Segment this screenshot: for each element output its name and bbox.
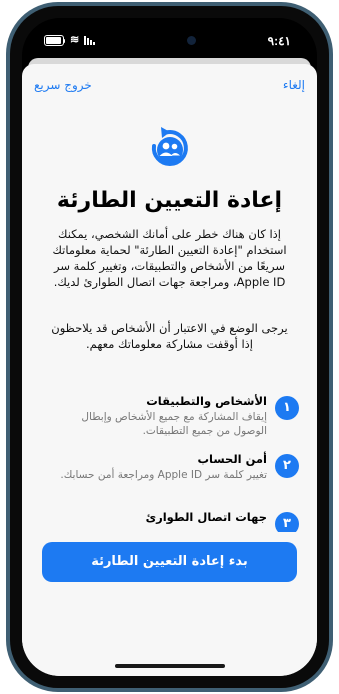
cancel-button[interactable]: إلغاء <box>283 78 305 92</box>
status-icons: ≋ <box>44 34 96 46</box>
step-title: الأشخاص والتطبيقات <box>146 394 267 408</box>
signal-icon <box>84 36 96 45</box>
home-indicator[interactable] <box>114 664 225 668</box>
step-description: تغيير كلمة سر Apple ID ومراجعة أمن حسابك… <box>60 469 267 481</box>
intro-paragraph: إذا كان هناك خطر على أمانك الشخصي، يمكنك… <box>52 227 287 289</box>
device-frame: ≋ ٩:٤١ إلغاء خروج سريع إعادة التعيين الط… <box>6 2 333 692</box>
wifi-icon: ≋ <box>70 34 80 46</box>
people-reset-icon <box>151 127 188 166</box>
dynamic-island <box>127 28 212 54</box>
step-number-badge: ١ <box>275 396 299 420</box>
warning-paragraph: يرجى الوضع في الاعتبار أن الأشخاص قد يلا… <box>51 321 288 351</box>
emergency-reset-sheet: إلغاء خروج سريع إعادة التعيين الطارئة إذ… <box>22 64 317 676</box>
sheet-content: إعادة التعيين الطارئة إذا كان هناك خطر ع… <box>22 108 317 676</box>
step-description: إيقاف المشاركة مع جميع الأشخاص وإبطال ال… <box>81 411 267 437</box>
battery-icon <box>44 35 65 46</box>
front-camera <box>186 36 196 45</box>
quick-exit-button[interactable]: خروج سريع <box>34 78 92 92</box>
page-title: إعادة التعيين الطارئة <box>56 188 283 213</box>
device-bezel: ≋ ٩:٤١ إلغاء خروج سريع إعادة التعيين الط… <box>10 6 329 688</box>
step-title: جهات اتصال الطوارئ <box>145 510 267 524</box>
step-number-badge: ٢ <box>275 454 299 478</box>
status-time: ٩:٤١ <box>267 34 291 48</box>
step-item-account-security: ٢ أمن الحساب تغيير كلمة سر Apple ID ومرا… <box>40 452 299 510</box>
screen: ≋ ٩:٤١ إلغاء خروج سريع إعادة التعيين الط… <box>22 18 317 676</box>
step-title: أمن الحساب <box>197 452 267 466</box>
step-item-people-apps: ١ الأشخاص والتطبيقات إيقاف المشاركة مع ج… <box>40 394 299 452</box>
start-emergency-reset-button[interactable]: بدء إعادة التعيين الطارئة <box>42 542 297 582</box>
sheet-nav-bar: إلغاء خروج سريع <box>22 64 317 108</box>
